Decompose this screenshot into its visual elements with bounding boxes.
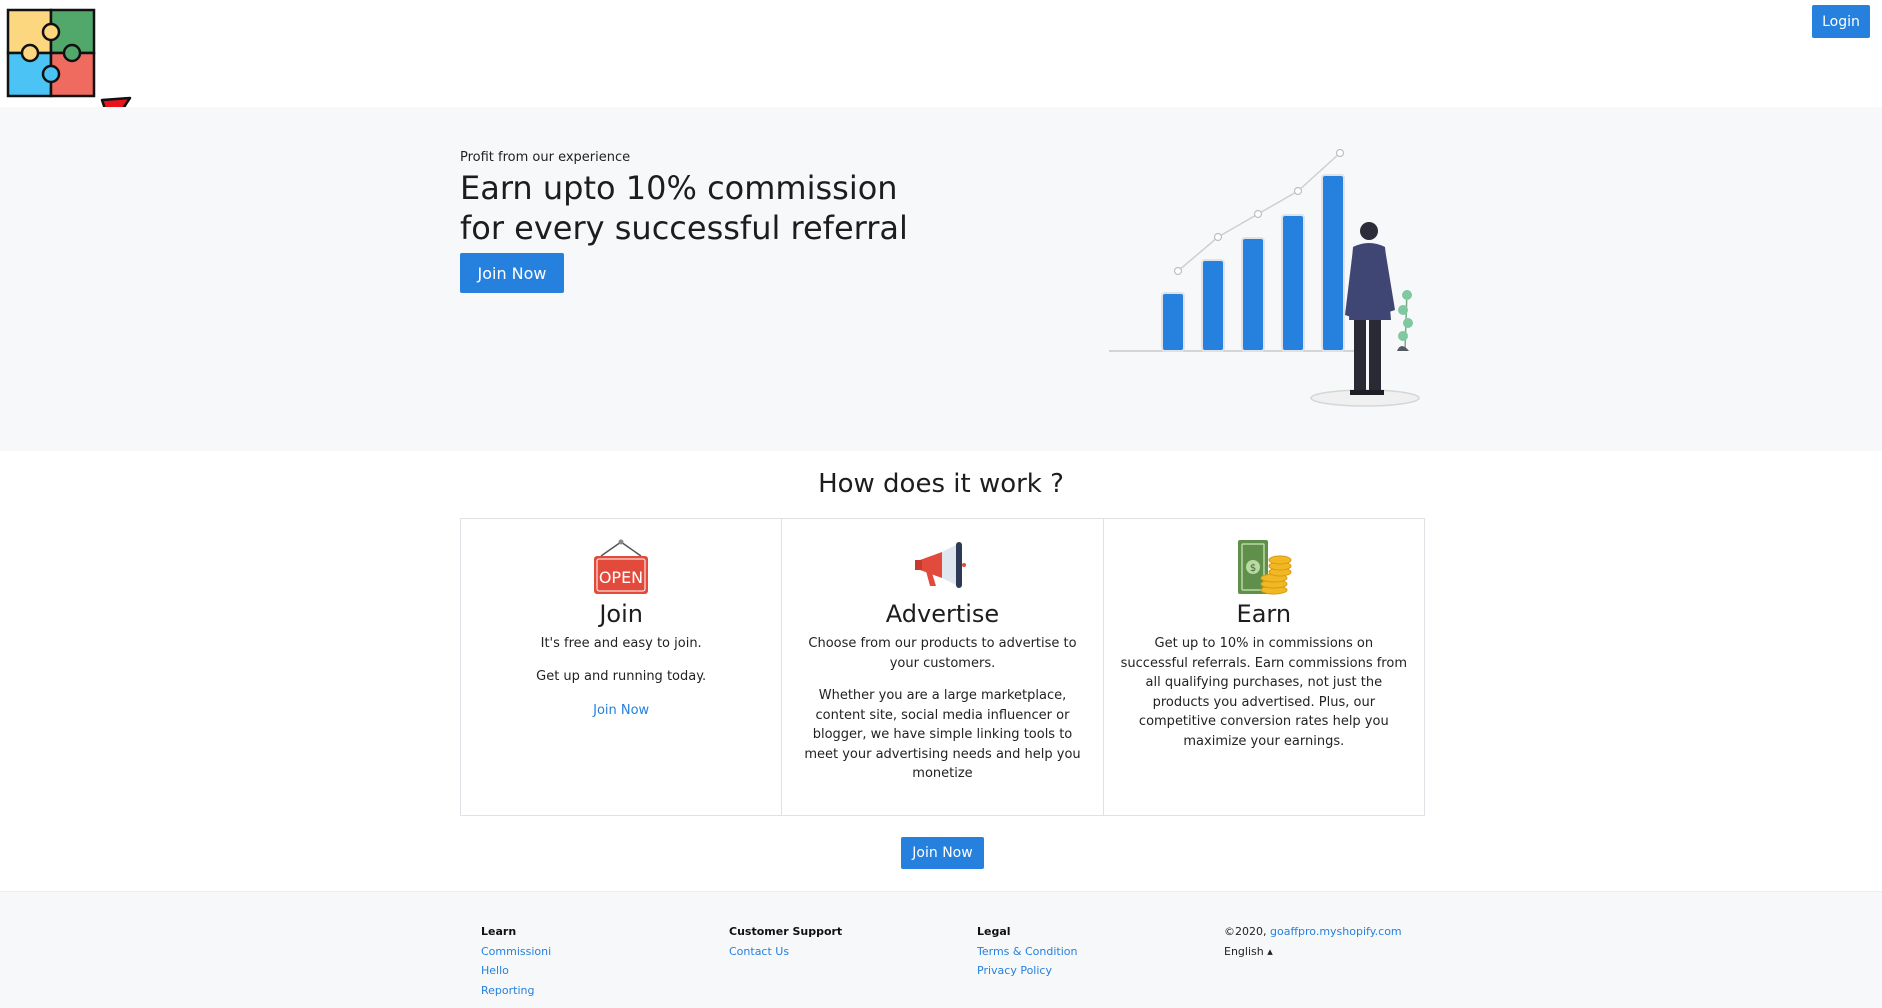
how-it-works-steps: OPEN Join It's free and easy to join. Ge… — [460, 518, 1425, 816]
caret-up-icon: ▴ — [1267, 944, 1273, 958]
money-coins-icon: $ — [1237, 540, 1292, 595]
footer-legal-column: Legal Terms & Condition Privacy Policy — [977, 922, 1077, 981]
step-advertise: Advertise Choose from our products to ad… — [782, 519, 1104, 815]
footer-link-hello[interactable]: Hello — [481, 961, 551, 981]
step-advertise-text-2: Whether you are a large marketplace, con… — [804, 688, 1081, 781]
footer-copyright: ©2020, goaffpro.myshopify.com English ▴ — [1224, 922, 1402, 961]
hero-join-button[interactable]: Join Now — [460, 253, 564, 293]
step-earn-text-1: Get up to 10% in commissions on successf… — [1120, 636, 1407, 749]
svg-text:$: $ — [1250, 563, 1256, 574]
step-advertise-text-1: Choose from our products to advertise to… — [808, 636, 1077, 671]
open-sign-icon: OPEN — [594, 539, 649, 594]
step-join-title: Join — [599, 600, 643, 628]
how-it-works-title: How does it work ? — [818, 469, 1064, 499]
footer-legal-heading: Legal — [977, 925, 1011, 938]
language-select[interactable]: English ▴ — [1224, 942, 1402, 962]
step-earn-title: Earn — [1236, 600, 1292, 628]
step-join-link[interactable]: Join Now — [593, 703, 649, 718]
copyright-text: ©2020, — [1224, 925, 1267, 938]
growth-chart-illustration — [1109, 148, 1420, 407]
footer-link-reporting[interactable]: Reporting — [481, 981, 551, 1001]
megaphone-icon — [915, 542, 967, 588]
footer-link-contact-us[interactable]: Contact Us — [729, 942, 842, 962]
footer-link-terms[interactable]: Terms & Condition — [977, 942, 1077, 962]
hero-section — [0, 107, 1882, 451]
footer — [0, 891, 1882, 1008]
step-join: OPEN Join It's free and easy to join. Ge… — [461, 519, 783, 815]
footer-support-heading: Customer Support — [729, 925, 843, 938]
step-join-text-1: It's free and easy to join. — [540, 636, 702, 651]
step-join-text-2: Get up and running today. — [536, 668, 707, 684]
header — [0, 0, 1882, 107]
shop-domain-link[interactable]: goaffpro.myshopify.com — [1270, 925, 1402, 938]
hero-title: Earn upto 10% commission for every succe… — [460, 168, 1020, 248]
footer-learn-heading: Learn — [481, 925, 517, 938]
hero-title-line1: Earn upto 10% commission — [460, 169, 898, 207]
login-button[interactable]: Login — [1812, 5, 1870, 38]
hero-eyebrow: Profit from our experience — [460, 150, 631, 165]
step-earn: $ Earn Get up to 10% in commissions on s… — [1104, 519, 1424, 815]
bottom-join-button[interactable]: Join Now — [901, 837, 984, 869]
footer-link-privacy[interactable]: Privacy Policy — [977, 961, 1077, 981]
hero-title-line2: for every successful referral — [460, 209, 908, 247]
svg-text:OPEN: OPEN — [599, 568, 643, 587]
language-label: English — [1224, 944, 1264, 958]
footer-learn-column: Learn Commissioni Hello Reporting — [481, 922, 551, 1000]
puzzle-logo-icon[interactable] — [6, 8, 96, 98]
footer-link-commissioni[interactable]: Commissioni — [481, 942, 551, 962]
step-advertise-title: Advertise — [885, 600, 1000, 628]
footer-support-column: Customer Support Contact Us — [729, 922, 842, 961]
